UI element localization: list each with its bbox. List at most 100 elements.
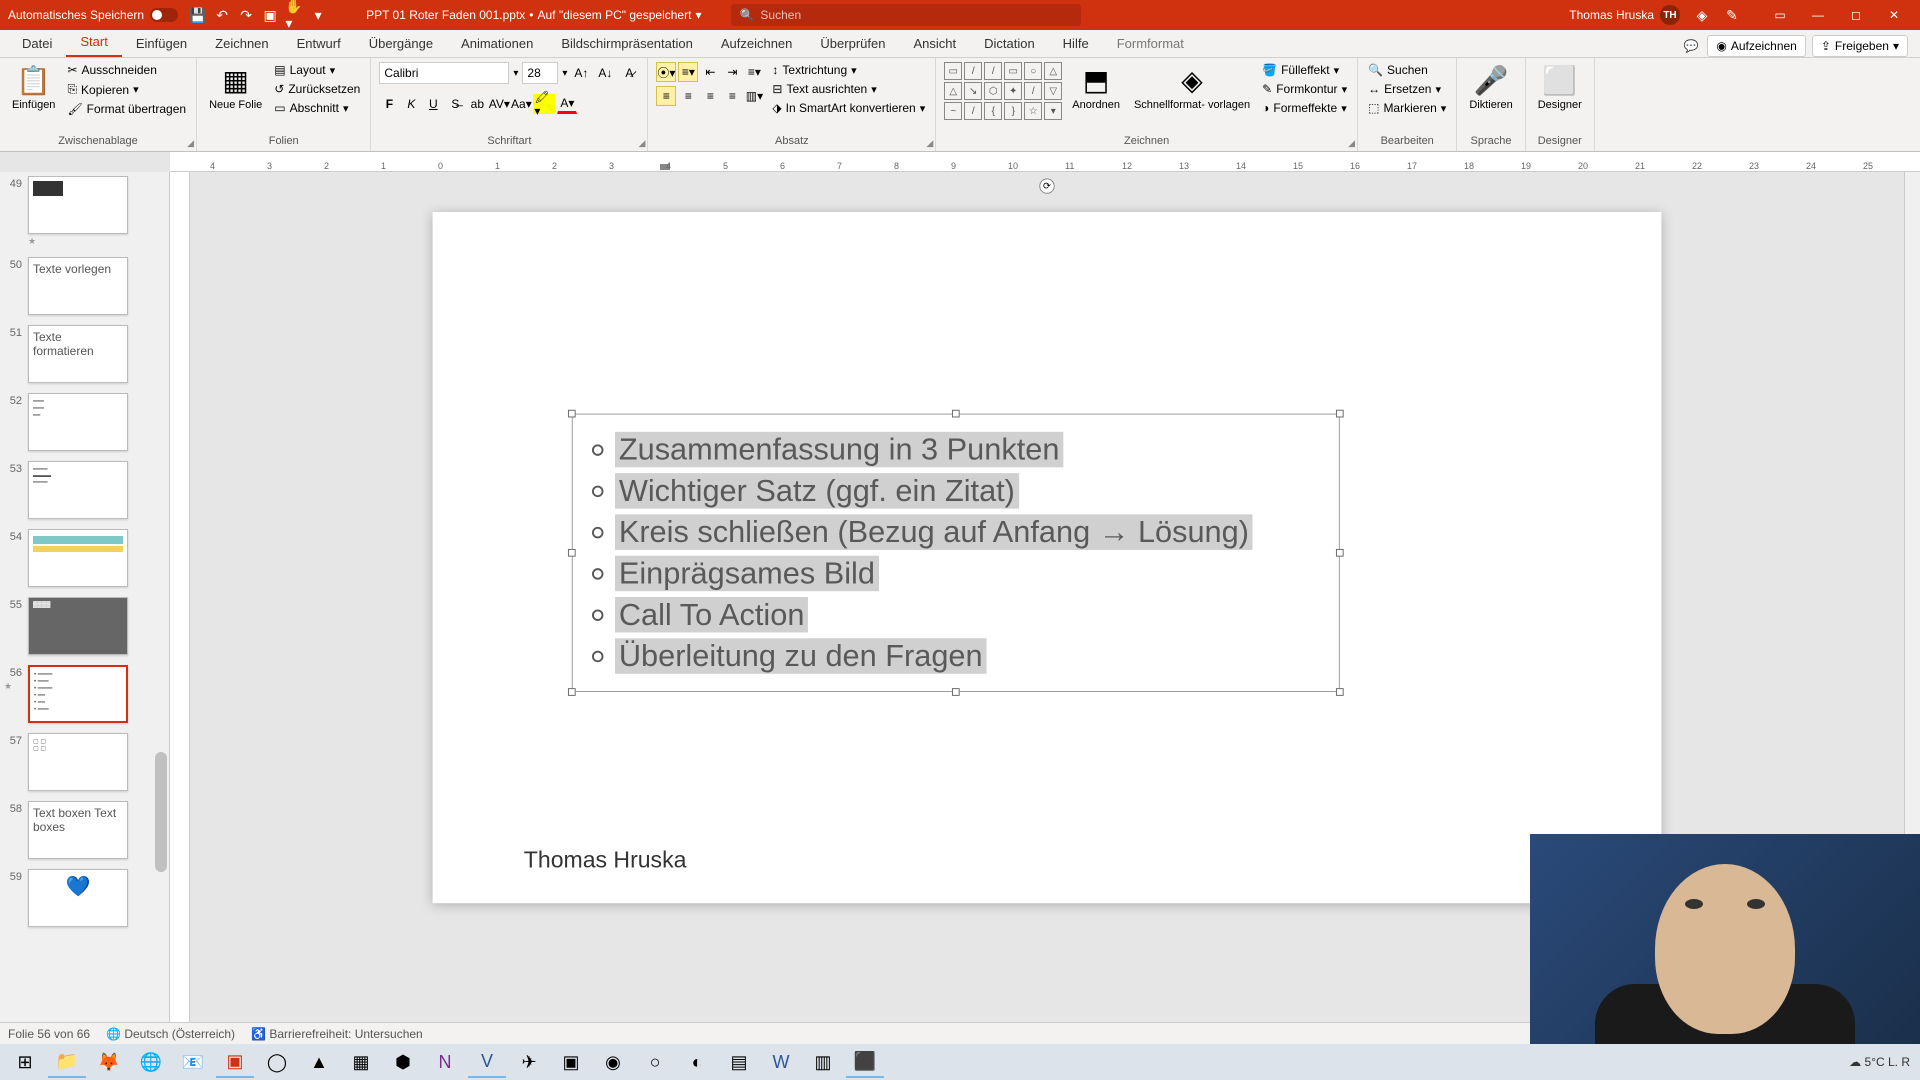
case-icon[interactable]: Aa▾ <box>511 94 531 114</box>
start-icon[interactable]: ⊞ <box>6 1046 44 1078</box>
maximize-icon[interactable]: ◻ <box>1838 3 1874 27</box>
launcher-icon[interactable]: ◢ <box>926 138 933 149</box>
vlc-icon[interactable]: ▲ <box>300 1046 338 1078</box>
copy-button[interactable]: ⎘Kopieren ▾ <box>65 81 188 98</box>
justify-icon[interactable]: ≡ <box>722 86 742 106</box>
toggle-switch[interactable] <box>150 8 178 22</box>
resize-handle[interactable] <box>1336 688 1344 696</box>
ruler-vertical[interactable] <box>170 172 190 1022</box>
thumb-51[interactable]: Texte formatieren <box>28 325 128 383</box>
decrease-font-icon[interactable]: A↓ <box>595 63 615 83</box>
thumb-59[interactable]: 💙 <box>28 869 128 927</box>
resize-handle[interactable] <box>1336 410 1344 418</box>
undo-icon[interactable]: ↶ <box>214 7 230 23</box>
columns-icon[interactable]: ▥▾ <box>744 86 764 106</box>
italic-icon[interactable]: K <box>401 94 421 114</box>
thumb-58[interactable]: Text boxen Text boxes <box>28 801 128 859</box>
bullets-icon[interactable]: ⦿▾ <box>656 62 676 82</box>
thumb-56[interactable]: • ━━━━• ━━━• ━━━━• ━━• ━━• ━━━ <box>28 665 128 723</box>
effects-button[interactable]: ◑Formeffekte ▾ <box>1260 100 1349 116</box>
replace-button[interactable]: ↔Ersetzen ▾ <box>1366 81 1448 97</box>
tab-dictation[interactable]: Dictation <box>970 30 1049 57</box>
app-icon[interactable]: ◯ <box>258 1046 296 1078</box>
thumb-54[interactable] <box>28 529 128 587</box>
firefox-icon[interactable]: 🦊 <box>90 1046 128 1078</box>
slide[interactable]: ⟳ Zusammenfassung in 3 Punkten Wichtiger… <box>433 212 1662 903</box>
powerpoint-icon[interactable]: ▣ <box>216 1046 254 1078</box>
thumb-49[interactable] <box>28 176 128 234</box>
tab-datei[interactable]: Datei <box>8 30 66 57</box>
qat-more-icon[interactable]: ▾ <box>310 7 326 23</box>
minimize-icon[interactable]: — <box>1800 3 1836 27</box>
tab-formformat[interactable]: Formformat <box>1103 30 1198 57</box>
bullet-text[interactable]: Kreis schließen (Bezug auf Anfang → Lösu… <box>615 514 1253 550</box>
accessibility-status[interactable]: ♿ Barrierefreiheit: Untersuchen <box>251 1027 423 1041</box>
resize-handle[interactable] <box>952 688 960 696</box>
textbox[interactable]: Zusammenfassung in 3 Punkten Wichtiger S… <box>572 414 1340 692</box>
app-icon[interactable]: ⬛ <box>846 1046 884 1078</box>
save-icon[interactable]: 💾 <box>190 7 206 23</box>
bullet-text[interactable]: Einprägsames Bild <box>615 556 879 592</box>
find-button[interactable]: 🔍Suchen <box>1366 62 1448 78</box>
format-painter-button[interactable]: 🖌Format übertragen <box>65 101 188 117</box>
autosave-toggle[interactable]: Automatisches Speichern <box>8 8 178 22</box>
text-direction-button[interactable]: ↕Textrichtung ▾ <box>770 62 927 78</box>
app-icon[interactable]: ▦ <box>342 1046 380 1078</box>
bullet-text[interactable]: Zusammenfassung in 3 Punkten <box>615 432 1063 468</box>
search-input[interactable] <box>760 8 1073 22</box>
dictate-button[interactable]: 🎤 Diktieren <box>1465 62 1516 113</box>
search-bar[interactable]: 🔍 <box>731 4 1081 26</box>
bold-icon[interactable]: F <box>379 94 399 114</box>
designer-button[interactable]: ⬜ Designer <box>1534 62 1586 113</box>
numbering-icon[interactable]: ≡▾ <box>678 62 698 82</box>
explorer-icon[interactable]: 📁 <box>48 1046 86 1078</box>
resize-handle[interactable] <box>568 688 576 696</box>
clear-format-icon[interactable]: A̷ <box>619 63 639 83</box>
chrome-icon[interactable]: 🌐 <box>132 1046 170 1078</box>
quick-styles-button[interactable]: ◈ Schnellformat- vorlagen <box>1130 62 1254 113</box>
word-icon[interactable]: W <box>762 1046 800 1078</box>
app-icon[interactable]: ○ <box>636 1046 674 1078</box>
layout-button[interactable]: ▤Layout ▾ <box>272 62 362 78</box>
launcher-icon[interactable]: ◢ <box>639 138 646 149</box>
touch-icon[interactable]: ✋▾ <box>286 7 302 23</box>
tab-entwurf[interactable]: Entwurf <box>283 30 355 57</box>
aufzeichnen-button[interactable]: ◉ Aufzeichnen <box>1707 35 1806 57</box>
tab-uebergaenge[interactable]: Übergänge <box>355 30 447 57</box>
diamond-icon[interactable]: ◈ <box>1694 7 1710 23</box>
cut-button[interactable]: ✂Ausschneiden <box>65 62 188 78</box>
app-icon[interactable]: ◉ <box>594 1046 632 1078</box>
redo-icon[interactable]: ↷ <box>238 7 254 23</box>
visio-icon[interactable]: V <box>468 1046 506 1078</box>
comments-icon[interactable]: 💬 <box>1681 36 1701 56</box>
launcher-icon[interactable]: ◢ <box>1348 138 1355 149</box>
bullet-text[interactable]: Überleitung zu den Fragen <box>615 638 986 674</box>
resize-handle[interactable] <box>1336 549 1344 557</box>
app-icon[interactable]: ▥ <box>804 1046 842 1078</box>
app-icon[interactable]: ⬢ <box>384 1046 422 1078</box>
tab-zeichnen[interactable]: Zeichnen <box>201 30 282 57</box>
line-spacing-icon[interactable]: ≡▾ <box>744 62 764 82</box>
smartart-button[interactable]: ⬗In SmartArt konvertieren ▾ <box>770 100 927 116</box>
tab-ansicht[interactable]: Ansicht <box>899 30 970 57</box>
tab-animationen[interactable]: Animationen <box>447 30 547 57</box>
bullet-text[interactable]: Call To Action <box>615 597 808 633</box>
font-size-combo[interactable]: 28 <box>522 62 558 84</box>
increase-font-icon[interactable]: A↑ <box>571 63 591 83</box>
thumb-55[interactable]: ▓▓▓▓ <box>28 597 128 655</box>
spacing-icon[interactable]: AV▾ <box>489 94 509 114</box>
select-button[interactable]: ⬚Markieren ▾ <box>1366 100 1448 116</box>
tab-aufzeichnen[interactable]: Aufzeichnen <box>707 30 807 57</box>
reset-button[interactable]: ↺Zurücksetzen <box>272 81 362 97</box>
language-status[interactable]: 🌐 Deutsch (Österreich) <box>106 1027 235 1041</box>
shapes-gallery[interactable]: ▭//▭○△ △↘⬡✦/▽ ~/{}☆▾ <box>944 62 1062 120</box>
resize-handle[interactable] <box>568 549 576 557</box>
thumb-50[interactable]: Texte vorlegen <box>28 257 128 315</box>
bullet-text[interactable]: Wichtiger Satz (ggf. ein Zitat) <box>615 473 1019 509</box>
app-icon[interactable]: ▣ <box>552 1046 590 1078</box>
tab-hilfe[interactable]: Hilfe <box>1049 30 1103 57</box>
thumb-52[interactable]: ━━━━━━━━ <box>28 393 128 451</box>
filename-area[interactable]: PPT 01 Roter Faden 001.pptx • Auf "diese… <box>366 8 701 22</box>
telegram-icon[interactable]: ✈ <box>510 1046 548 1078</box>
align-center-icon[interactable]: ≡ <box>678 86 698 106</box>
